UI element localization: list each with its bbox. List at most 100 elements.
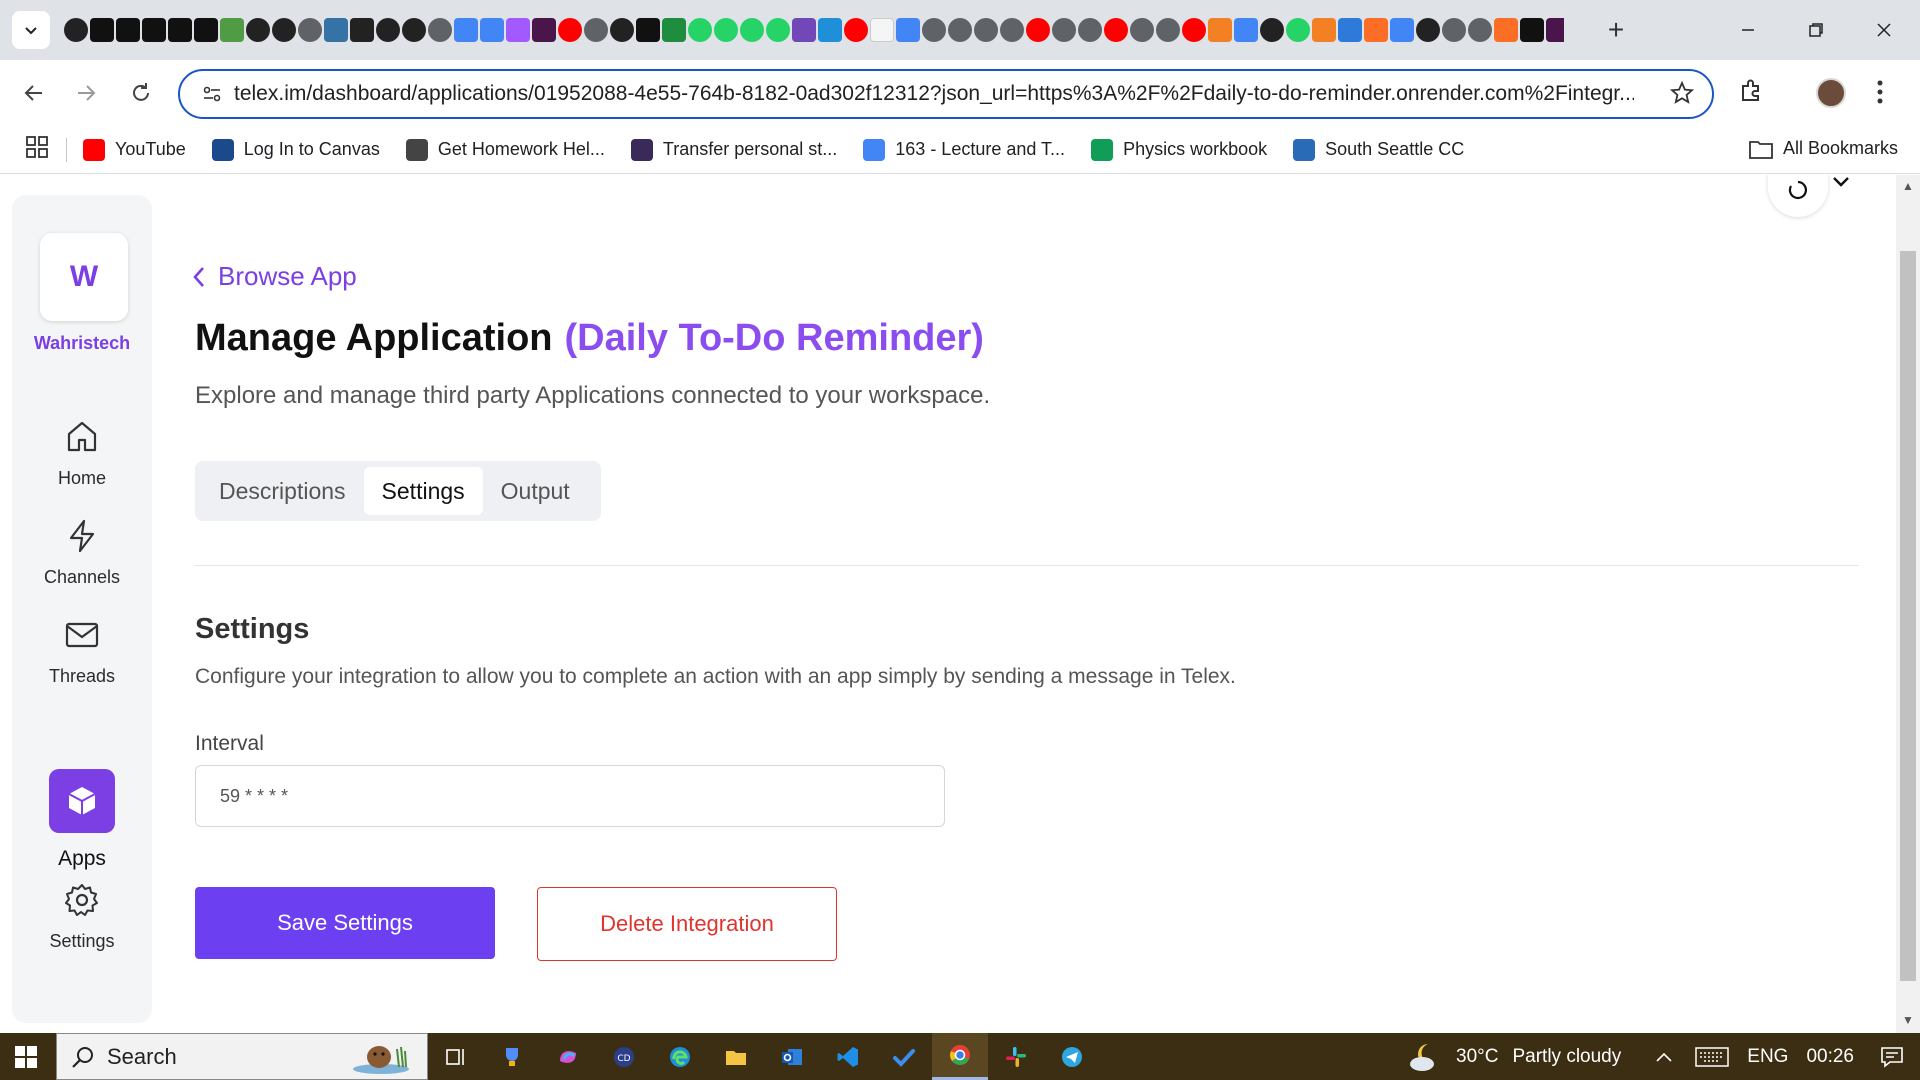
google-docs-favicon-icon[interactable] <box>454 18 478 42</box>
outlook-icon[interactable] <box>764 1033 820 1080</box>
scroll-up-icon[interactable]: ▲ <box>1902 179 1914 193</box>
green-plus-favicon-icon[interactable] <box>662 18 686 42</box>
sidebar-item-settings[interactable]: Settings <box>12 883 152 952</box>
copilot-icon[interactable] <box>540 1033 596 1080</box>
browse-app-back-link[interactable]: Browse App <box>192 261 357 292</box>
chrome-favicon-icon[interactable] <box>974 18 998 42</box>
stackoverflow-favicon-icon[interactable] <box>1312 18 1336 42</box>
github-favicon-icon[interactable] <box>272 18 296 42</box>
scrollbar-thumb[interactable] <box>1900 251 1916 981</box>
sidebar-item-apps[interactable]: Apps <box>12 769 152 871</box>
bookmark-item[interactable]: 163 - Lecture and T... <box>863 138 1065 161</box>
back-button[interactable] <box>14 73 54 113</box>
tab-settings[interactable]: Settings <box>363 467 483 515</box>
trophy-app-icon[interactable] <box>484 1033 540 1080</box>
gitlab-favicon-icon[interactable] <box>1364 18 1388 42</box>
minimize-button[interactable] <box>1728 12 1768 48</box>
bookmark-item[interactable]: Transfer personal st... <box>630 138 837 161</box>
chrome-favicon-icon[interactable] <box>1130 18 1154 42</box>
bookmark-item[interactable]: YouTube <box>83 138 186 161</box>
forms-favicon-icon[interactable] <box>792 18 816 42</box>
language-indicator[interactable]: ENG <box>1747 1046 1788 1068</box>
sidebar-item-channels[interactable]: Channels <box>12 519 152 588</box>
medium-favicon-icon[interactable] <box>116 18 140 42</box>
start-button[interactable] <box>0 1033 52 1080</box>
reload-button[interactable] <box>121 73 161 113</box>
dev-favicon-icon[interactable] <box>1520 18 1544 42</box>
extensions-icon[interactable] <box>1738 78 1764 109</box>
google-favicon-icon[interactable] <box>896 18 920 42</box>
youtube-favicon-icon[interactable] <box>1182 18 1206 42</box>
whatsapp-favicon-icon[interactable] <box>714 18 738 42</box>
bookmark-item[interactable]: Get Homework Hel... <box>405 138 605 161</box>
github-favicon-icon[interactable] <box>402 18 426 42</box>
site-info-icon[interactable] <box>190 83 234 105</box>
forward-button[interactable] <box>66 73 106 113</box>
chrome-favicon-icon[interactable] <box>1052 18 1076 42</box>
bookmark-item[interactable]: Log In to Canvas <box>211 138 380 161</box>
sidebar-item-home[interactable]: Home <box>12 420 152 489</box>
tab-search-button[interactable] <box>12 11 50 49</box>
medium-favicon-icon[interactable] <box>636 18 660 42</box>
whatsapp-favicon-icon[interactable] <box>688 18 712 42</box>
close-window-button[interactable] <box>1864 12 1904 48</box>
slack-favicon-icon[interactable] <box>1546 18 1564 42</box>
stackoverflow-favicon-icon[interactable] <box>1208 18 1232 42</box>
new-tab-button[interactable]: + <box>1600 14 1632 46</box>
interval-input[interactable] <box>195 765 945 827</box>
all-bookmarks-button[interactable]: All Bookmarks <box>1749 138 1898 159</box>
youtube-favicon-icon[interactable] <box>1026 18 1050 42</box>
chrome-favicon-icon[interactable] <box>922 18 946 42</box>
github-favicon-icon[interactable] <box>1260 18 1284 42</box>
weather-widget[interactable]: 30°C Partly cloudy <box>1408 1040 1621 1074</box>
bookmark-item[interactable]: Physics workbook <box>1091 138 1267 161</box>
white-favicon-icon[interactable] <box>870 18 894 42</box>
chrome-favicon-icon[interactable] <box>1000 18 1024 42</box>
workspace-name[interactable]: Wahristech <box>12 333 152 354</box>
loading-spinner-widget[interactable] <box>1768 175 1828 217</box>
medium-favicon-icon[interactable] <box>142 18 166 42</box>
chrome-favicon-icon[interactable] <box>948 18 972 42</box>
google-docs-favicon-icon[interactable] <box>480 18 504 42</box>
whatsapp-favicon-icon[interactable] <box>766 18 790 42</box>
chevron-down-icon[interactable] <box>1832 175 1850 194</box>
bookmark-star-icon[interactable] <box>1669 80 1695 110</box>
medium-favicon-icon[interactable] <box>194 18 218 42</box>
edge-favicon-icon[interactable] <box>818 18 842 42</box>
bookmark-item[interactable]: South Seattle CC <box>1293 138 1464 161</box>
vscode-icon[interactable] <box>820 1033 876 1080</box>
sidebar-item-threads[interactable]: Threads <box>12 618 152 687</box>
task-view-icon[interactable] <box>428 1033 484 1080</box>
workspace-logo[interactable]: W <box>40 233 128 321</box>
python-favicon-icon[interactable] <box>324 18 348 42</box>
youtube-favicon-icon[interactable] <box>558 18 582 42</box>
file-explorer-icon[interactable] <box>708 1033 764 1080</box>
edge-icon[interactable] <box>652 1033 708 1080</box>
chrome-taskbar-icon[interactable] <box>932 1033 988 1080</box>
slack-favicon-icon[interactable] <box>532 18 556 42</box>
medium-favicon-icon[interactable] <box>168 18 192 42</box>
github-favicon-icon[interactable] <box>64 18 88 42</box>
chrome-favicon-icon[interactable] <box>1078 18 1102 42</box>
monitor-favicon-icon[interactable] <box>350 18 374 42</box>
chrome-favicon-icon[interactable] <box>1156 18 1180 42</box>
github-favicon-icon[interactable] <box>1416 18 1440 42</box>
figma-favicon-icon[interactable] <box>506 18 530 42</box>
chrome-favicon-icon[interactable] <box>584 18 608 42</box>
github-favicon-icon[interactable] <box>376 18 400 42</box>
delete-integration-button[interactable]: Delete Integration <box>537 887 837 961</box>
youtube-favicon-icon[interactable] <box>844 18 868 42</box>
chrome-favicon-icon[interactable] <box>428 18 452 42</box>
chevron-up-icon[interactable] <box>1655 1051 1673 1063</box>
taskbar-search[interactable]: Search <box>56 1033 428 1080</box>
gitlab-favicon-icon[interactable] <box>1494 18 1518 42</box>
arcgis-favicon-icon[interactable] <box>1338 18 1362 42</box>
page-scrollbar[interactable]: ▲ ▼ <box>1896 175 1920 1033</box>
github-favicon-icon[interactable] <box>246 18 270 42</box>
notification-icon[interactable] <box>1880 1045 1904 1069</box>
url-text[interactable]: telex.im/dashboard/applications/01952088… <box>234 82 1634 106</box>
todo-icon[interactable] <box>876 1033 932 1080</box>
whatsapp-favicon-icon[interactable] <box>740 18 764 42</box>
clock[interactable]: 00:26 <box>1806 1046 1854 1068</box>
github-favicon-icon[interactable] <box>610 18 634 42</box>
